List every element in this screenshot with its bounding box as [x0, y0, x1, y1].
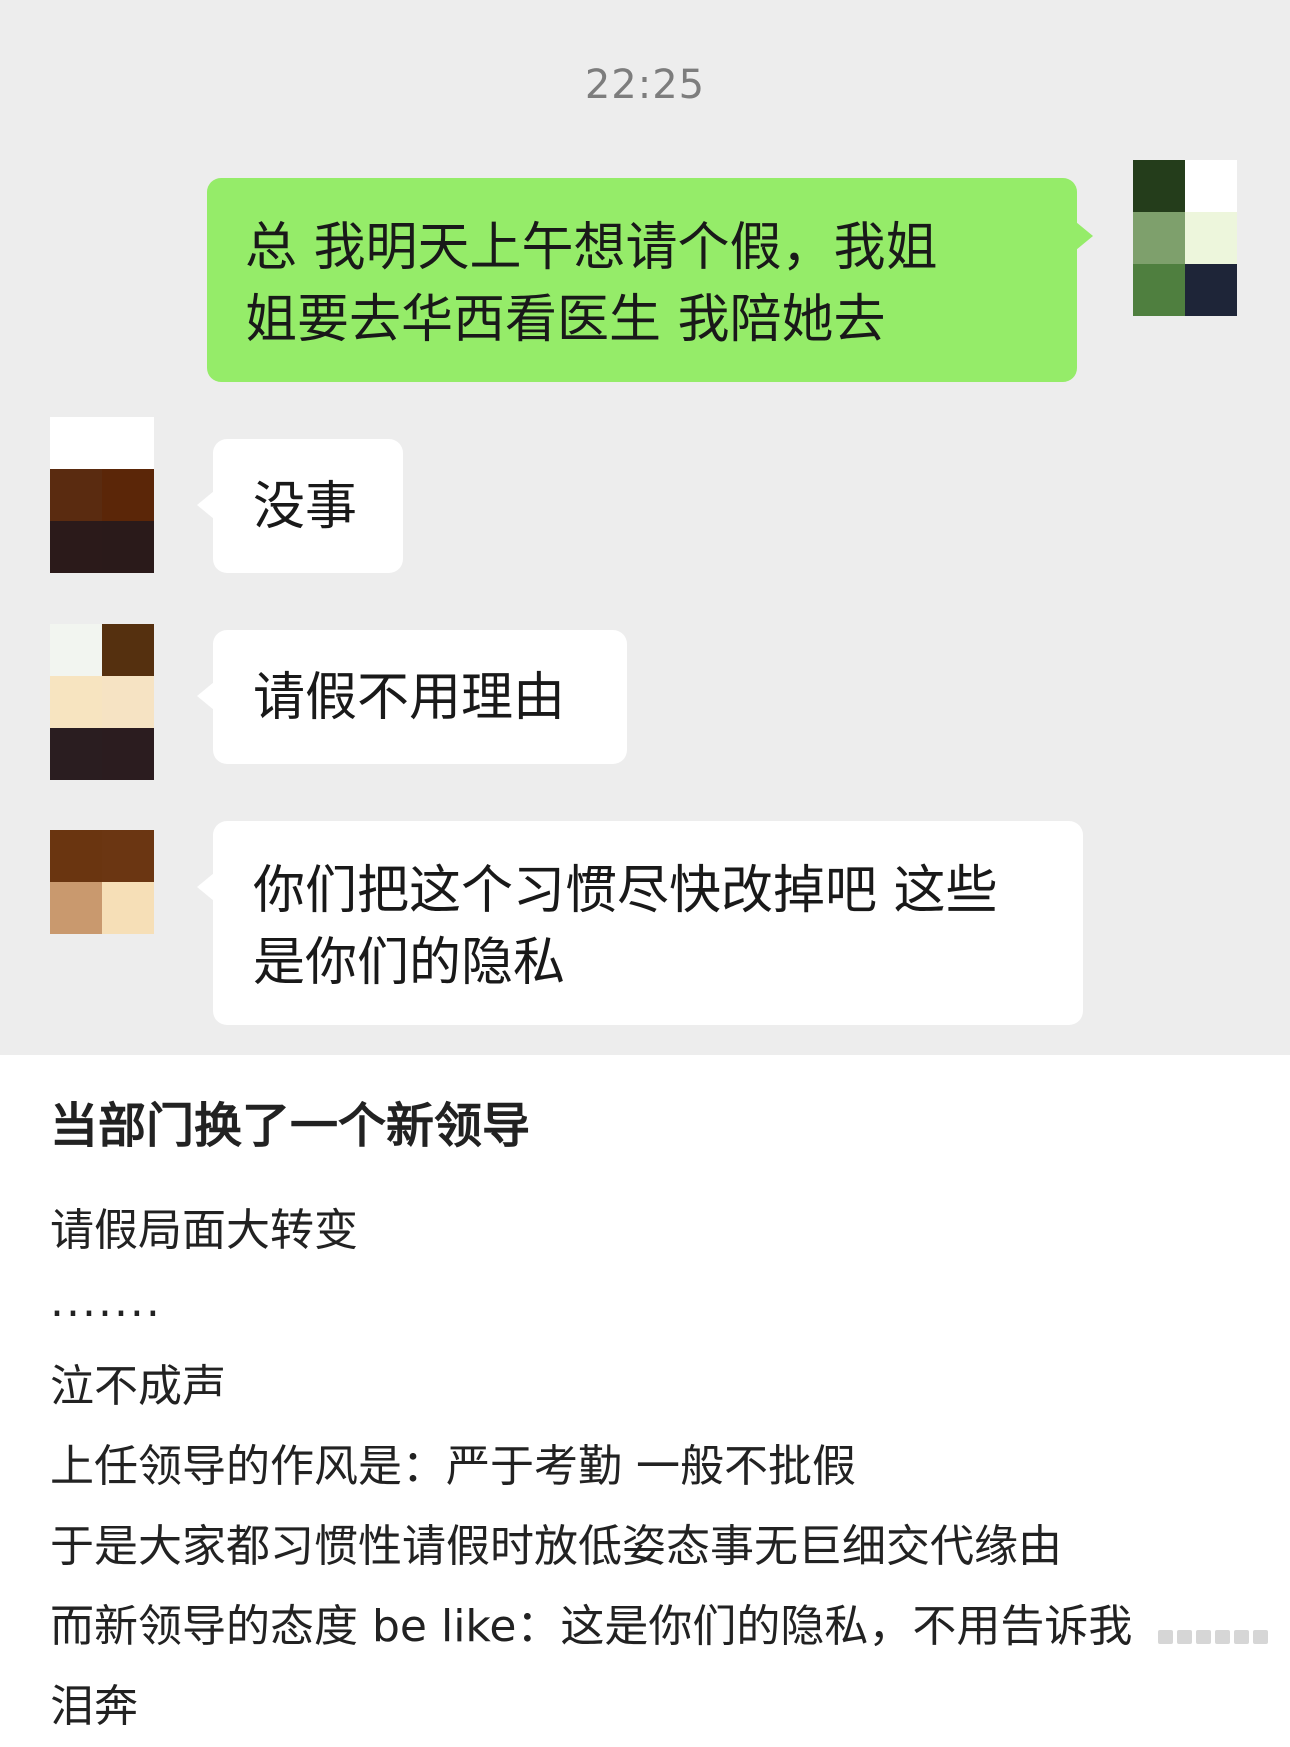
post-title: 当部门换了一个新领导 [50, 1098, 531, 1154]
message-line: 没事 [253, 477, 358, 537]
sender-avatar[interactable] [50, 417, 154, 573]
message-line: 姐要去华西看医生 我陪她去 [245, 290, 886, 350]
received-message-bubble[interactable]: 没事 [197, 439, 403, 573]
post-caption: 当部门换了一个新领导 请假局面大转变 ....... 泣不成声 上任领导的作风是… [50, 1095, 1250, 1747]
post-line: 泪奔 [50, 1681, 138, 1732]
post-line: 而新领导的态度 be like：这是你们的隐私，不用告诉我 [50, 1601, 1133, 1652]
sent-message-bubble[interactable]: 总 我明天上午想请个假，我姐 姐要去华西看医生 我陪她去 [207, 178, 1093, 382]
post-line: 上任领导的作风是：严于考勤 一般不批假 [50, 1441, 856, 1492]
my-avatar[interactable] [1133, 160, 1237, 316]
received-message-bubble[interactable]: 请假不用理由 [197, 630, 627, 764]
message-line: 你们把这个习惯尽快改掉吧 这些 [253, 861, 998, 921]
chat-panel: 22:25 总 我明天上午想请个假，我姐 姐要去华西看医生 我陪她去 没事 请假… [0, 0, 1290, 1055]
post-line: 请假局面大转变 [50, 1205, 358, 1256]
post-line: ....... [50, 1276, 162, 1327]
message-line: 是你们的隐私 [253, 933, 566, 993]
message-line: 总 我明天上午想请个假，我姐 [245, 218, 938, 278]
received-message-bubble[interactable]: 你们把这个习惯尽快改掉吧 这些 是你们的隐私 [197, 821, 1083, 1025]
post-line: 于是大家都习惯性请假时放低姿态事无巨细交代缘由 [50, 1521, 1062, 1572]
scroll-indicator[interactable] [1158, 1630, 1268, 1644]
sender-avatar[interactable] [50, 830, 154, 934]
message-timestamp: 22:25 [584, 62, 706, 108]
message-line: 请假不用理由 [253, 668, 566, 728]
sender-avatar[interactable] [50, 624, 154, 780]
post-line: 泣不成声 [50, 1361, 226, 1412]
